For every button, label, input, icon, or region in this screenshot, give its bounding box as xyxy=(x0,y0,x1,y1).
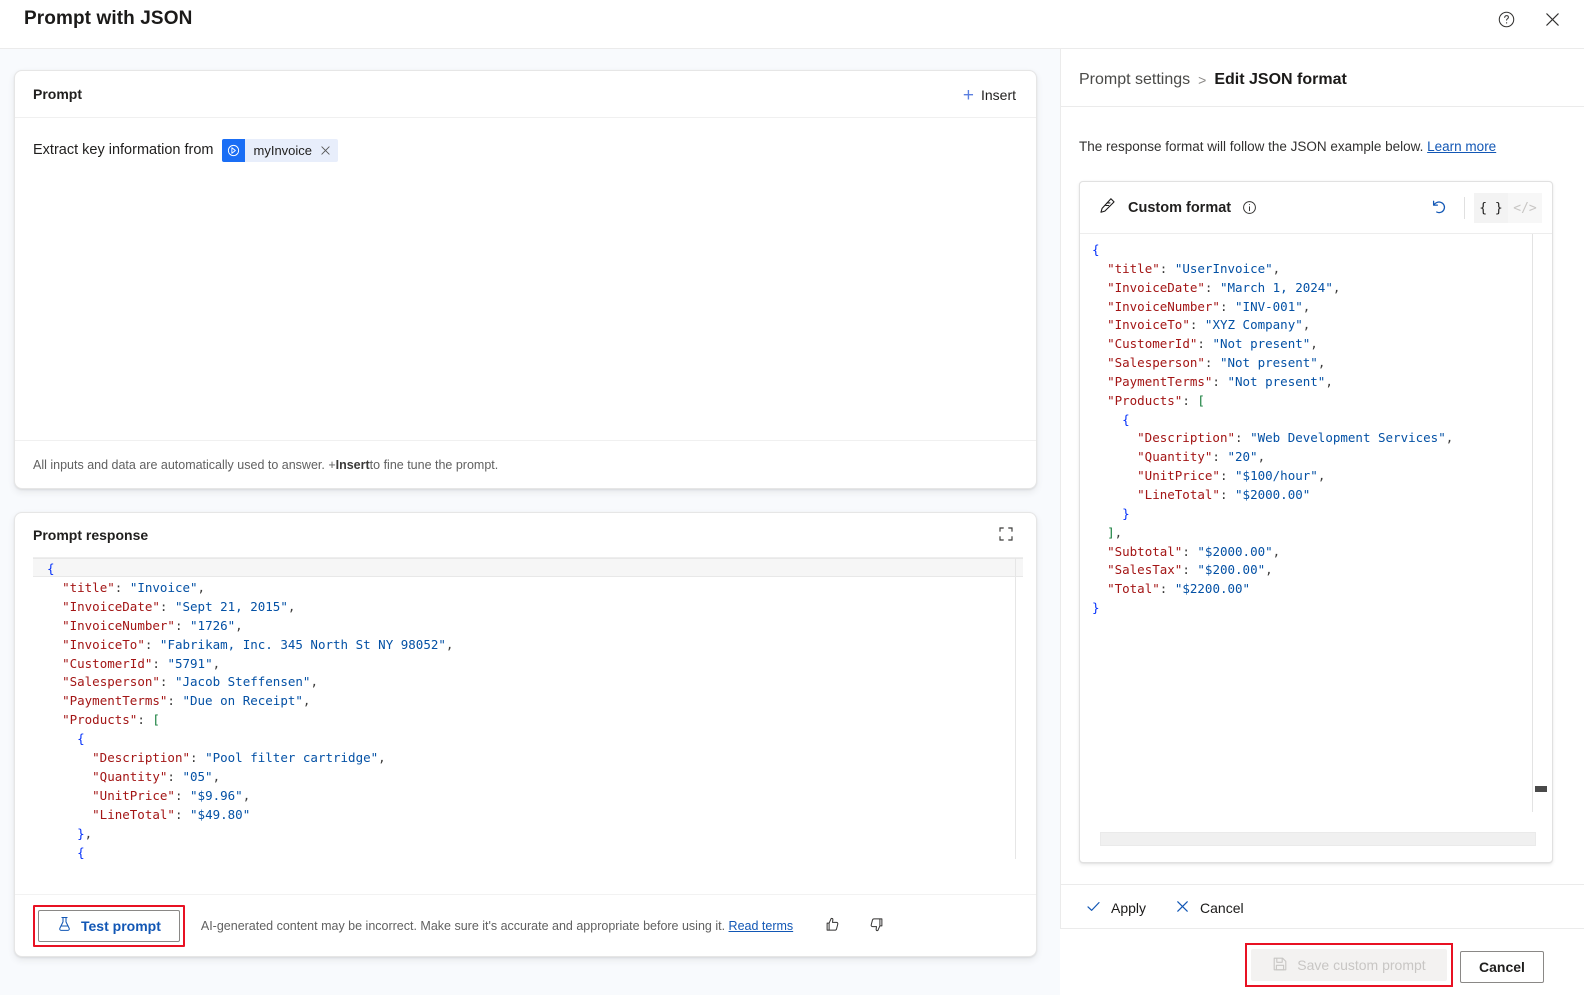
response-card-title: Prompt response xyxy=(33,527,149,543)
dialog-footer: Save custom prompt Cancel xyxy=(1060,928,1584,995)
custom-format-editor[interactable]: { "title": "UserInvoice", "InvoiceDate":… xyxy=(1080,234,1552,812)
breadcrumb-parent[interactable]: Prompt settings xyxy=(1079,71,1190,89)
insert-button[interactable]: + Insert xyxy=(957,80,1022,110)
prompt-footer-suffix: to fine tune the prompt. xyxy=(369,457,499,472)
prompt-card-header: Prompt + Insert xyxy=(15,71,1036,118)
schema-view-button[interactable]: </> xyxy=(1508,193,1542,223)
chip-label: myInvoice xyxy=(253,142,313,158)
reset-format-button[interactable] xyxy=(1423,192,1455,224)
prompt-static-text: Extract key information from xyxy=(33,141,214,158)
breadcrumb-separator-icon: > xyxy=(1198,72,1207,88)
expand-response-button[interactable] xyxy=(992,521,1020,549)
response-card-header: Prompt response xyxy=(15,513,1036,557)
custom-format-json-code[interactable]: { "title": "UserInvoice", "InvoiceDate":… xyxy=(1080,234,1552,618)
test-prompt-button[interactable]: Test prompt xyxy=(38,909,180,942)
dataverse-icon xyxy=(221,139,245,162)
header-actions xyxy=(1490,5,1568,37)
apply-label: Apply xyxy=(1111,900,1147,916)
actions-separator xyxy=(1464,197,1465,219)
save-custom-prompt-label: Save custom prompt xyxy=(1297,957,1426,973)
save-custom-prompt-button[interactable]: Save custom prompt xyxy=(1251,949,1447,981)
format-editor-right-border xyxy=(1532,234,1533,812)
thumbs-up-button[interactable] xyxy=(821,915,843,937)
response-code-viewport[interactable]: { "title": "Invoice", "InvoiceDate": "Se… xyxy=(33,557,1023,859)
help-button[interactable] xyxy=(1490,5,1522,37)
custom-format-header: Custom format {} </> xyxy=(1080,182,1552,234)
insert-button-label: Insert xyxy=(980,87,1016,103)
prompt-card: Prompt + Insert Extract key information … xyxy=(14,70,1037,489)
page-title: Prompt with JSON xyxy=(24,8,193,29)
prompt-line: Extract key information from myInvoice xyxy=(33,139,1018,162)
learn-more-link[interactable]: Learn more xyxy=(1427,139,1496,154)
close-x-icon xyxy=(1174,898,1191,918)
json-view-button[interactable]: { } xyxy=(1474,193,1508,223)
save-disk-icon xyxy=(1272,956,1288,975)
close-icon xyxy=(1543,10,1562,32)
prompt-input-chip[interactable]: myInvoice xyxy=(221,139,339,162)
test-prompt-label: Test prompt xyxy=(81,917,161,934)
test-prompt-highlight: Test prompt xyxy=(33,904,185,947)
expand-icon xyxy=(998,526,1014,545)
breadcrumb: Prompt settings > Edit JSON format xyxy=(1079,71,1347,89)
custom-format-title: Custom format xyxy=(1128,199,1232,216)
settings-description: The response format will follow the JSON… xyxy=(1079,139,1496,154)
dialog-cancel-button[interactable]: Cancel xyxy=(1460,951,1544,983)
plus-icon: + xyxy=(962,84,974,106)
feedback-buttons xyxy=(821,915,887,937)
prompt-response-card: Prompt response { "title": "Invoice", "I… xyxy=(14,512,1037,957)
thumbs-down-icon xyxy=(868,916,885,936)
chip-close-icon[interactable] xyxy=(320,145,338,156)
format-horizontal-scrollbar[interactable] xyxy=(1100,832,1536,846)
edit-pen-icon xyxy=(1098,196,1117,220)
custom-format-card: Custom format {} </> {"title": "UserIn… xyxy=(1079,181,1553,863)
info-circle-icon[interactable] xyxy=(1242,200,1257,215)
dialog-header: Prompt with JSON xyxy=(0,0,1584,49)
left-pane: Prompt + Insert Extract key information … xyxy=(0,49,1060,995)
undo-arrow-icon xyxy=(1430,198,1448,219)
dialog-body: Prompt + Insert Extract key information … xyxy=(0,49,1584,995)
settings-footer-divider xyxy=(1061,884,1584,885)
prompt-footer-prefix: All inputs and data are automatically us… xyxy=(33,457,336,472)
format-vertical-scrollbar-thumb[interactable] xyxy=(1535,786,1547,792)
settings-divider xyxy=(1061,106,1584,107)
settings-cancel-button[interactable]: Cancel xyxy=(1172,894,1246,922)
prompt-settings-pane: Prompt settings > Edit JSON format The r… xyxy=(1060,49,1584,995)
check-icon xyxy=(1085,898,1102,918)
response-card-footer: Test prompt AI-generated content may be … xyxy=(15,894,1036,956)
prompt-card-footer: All inputs and data are automatically us… xyxy=(15,440,1036,488)
save-button-highlight: Save custom prompt xyxy=(1245,943,1453,987)
apply-button[interactable]: Apply xyxy=(1083,894,1148,922)
prompt-editor[interactable]: Extract key information from myInvoice xyxy=(15,118,1036,162)
thumbs-up-icon xyxy=(824,916,841,936)
ai-disclaimer-text: AI-generated content may be incorrect. M… xyxy=(200,918,729,933)
settings-cancel-label: Cancel xyxy=(1200,900,1244,916)
prompt-card-title: Prompt xyxy=(33,86,82,102)
prompt-footer-bold: Insert xyxy=(335,457,370,472)
ai-disclaimer: AI-generated content may be incorrect. M… xyxy=(201,919,793,933)
flask-icon xyxy=(57,916,72,935)
thumbs-down-button[interactable] xyxy=(865,915,887,937)
breadcrumb-current: Edit JSON format xyxy=(1214,71,1347,88)
read-terms-link[interactable]: Read terms xyxy=(729,919,794,933)
settings-description-text: The response format will follow the JSON… xyxy=(1079,139,1428,154)
help-circle-icon xyxy=(1497,10,1516,32)
custom-format-actions: { } </> xyxy=(1423,192,1542,224)
settings-actions: Apply Cancel xyxy=(1083,894,1246,922)
close-button[interactable] xyxy=(1536,5,1568,37)
response-json-code[interactable]: { "title": "Invoice", "InvoiceDate": "Se… xyxy=(33,558,1023,859)
